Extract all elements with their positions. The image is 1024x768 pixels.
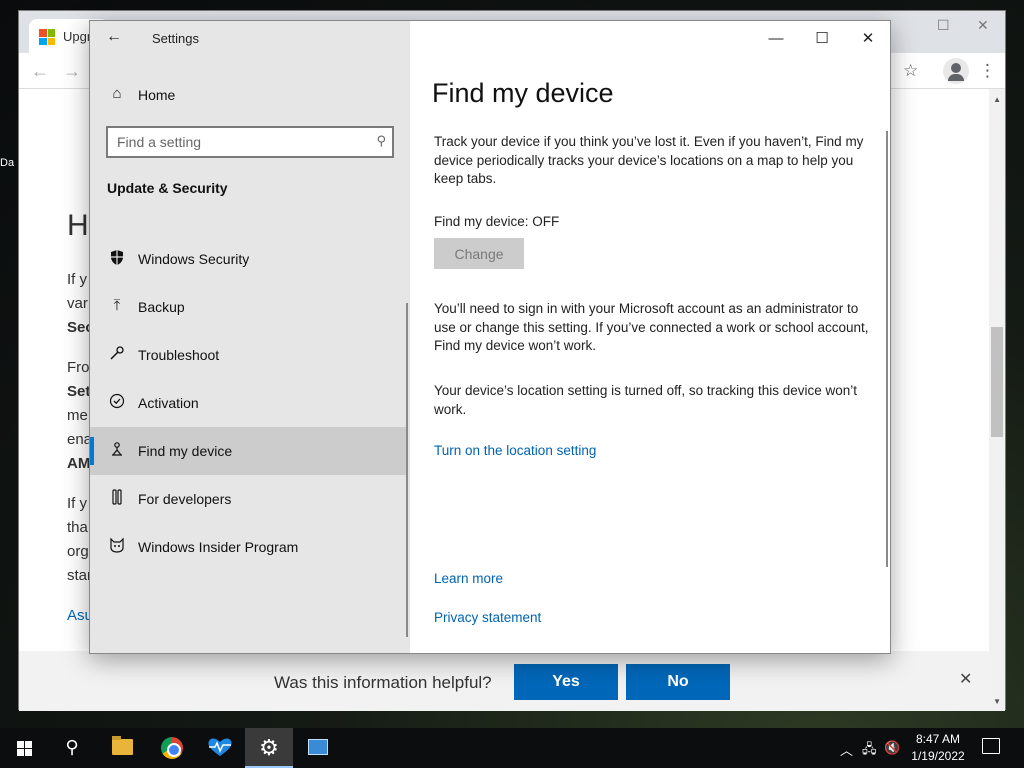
taskbar-settings[interactable]: ⚙ [245,728,293,768]
minimize-icon[interactable]: — [766,29,786,49]
settings-sidebar: ← Settings ⌂ Home ⚲ Update & Security Wi… [90,21,410,653]
nav-item-for-developers[interactable]: For developers [90,475,408,523]
browser-close-icon[interactable]: ✕ [977,17,989,34]
location-note-text: Your device’s location setting is turned… [434,383,857,417]
bg-text-line: me [67,407,88,424]
nav-item-label: Backup [138,299,185,315]
nav-item-label: Windows Security [138,251,250,267]
nav-item-label: Find my device [138,443,233,459]
search-icon: ⚲ [65,737,79,757]
browser-forward-icon[interactable]: → [63,61,81,82]
location-setting-link[interactable]: Turn on the location setting [434,443,596,458]
home-icon: ⌂ [112,85,122,102]
chrome-icon [161,737,183,759]
taskbar-file-explorer[interactable] [98,728,146,768]
insider-cat-icon [108,537,126,555]
notifications-icon[interactable] [982,738,1000,754]
settings-search-box[interactable]: ⚲ [106,126,394,158]
bg-text-line: tha [67,519,88,536]
feedback-close-icon[interactable]: ✕ [959,669,972,689]
microsoft-logo-icon [39,29,55,45]
browser-menu-icon[interactable]: ⋮ [979,61,996,81]
intro-text: Track your device if you think you’ve lo… [434,134,864,186]
taskbar: ⚲ ⚙ ︿ 🖧 🔇 8:47 AM 1/19/2022 [0,728,1024,768]
taskbar-chrome[interactable] [148,728,196,768]
maximize-icon[interactable]: ☐ [812,29,832,49]
bookmark-star-icon[interactable]: ☆ [903,61,918,81]
clock-date: 1/19/2022 [911,749,965,763]
taskbar-search-button[interactable]: ⚲ [48,728,96,768]
bg-text-line: AM [67,455,91,472]
nav-item-windows-insider[interactable]: Windows Insider Program [90,523,408,571]
bg-page-heading: H [67,209,89,242]
nav-item-windows-security[interactable]: Windows Security [90,235,408,283]
content-scrollbar[interactable] [886,131,888,567]
windows-logo-icon [17,741,32,756]
search-icon: ⚲ [376,133,386,148]
remote-desktop-icon [308,739,328,755]
taskbar-clock[interactable]: 8:47 AM 1/19/2022 [902,731,974,765]
volume-muted-icon[interactable]: 🔇 [884,740,900,756]
desktop-icon-label[interactable]: Da [0,157,14,169]
clock-time: 8:47 AM [915,732,961,746]
browser-back-icon[interactable]: ← [31,61,49,82]
device-status-text: Find my device: OFF [434,214,560,229]
section-heading: Update & Security [107,180,228,196]
feedback-yes-button[interactable]: Yes [514,664,618,700]
learn-more-link[interactable]: Learn more [434,571,503,586]
taskbar-health-app[interactable] [196,728,244,768]
check-circle-icon [108,393,126,411]
folder-icon [112,736,133,755]
gear-icon: ⚙ [259,735,279,760]
network-icon[interactable]: 🖧 [862,740,877,762]
browser-scroll-thumb[interactable] [991,327,1003,437]
admin-note-text: You’ll need to sign in with your Microso… [434,301,869,353]
close-icon[interactable]: ✕ [858,29,878,49]
nav-item-label: Troubleshoot [138,347,220,363]
feedback-bar: Was this information helpful? Yes No ✕ [19,651,991,711]
taskbar-remote-desktop[interactable] [294,728,342,768]
tray-chevron-up-icon[interactable]: ︿ [840,740,853,759]
scroll-down-icon[interactable]: ▼ [993,697,1001,706]
bg-text-line: Set [67,383,91,400]
settings-search-input[interactable] [108,128,358,156]
wrench-icon [108,345,126,363]
settings-content: — ☐ ✕ Find my device Track your device i… [410,21,890,653]
nav-item-label: Activation [138,395,199,411]
sidebar-scrollbar[interactable] [406,303,408,637]
feedback-question: Was this information helpful? [274,673,492,692]
bg-text-line: var [67,295,88,312]
developer-tools-icon [108,489,126,507]
change-button[interactable]: Change [434,238,524,269]
bg-text-line: Fro [67,359,90,376]
backup-icon: ⤒ [113,297,121,314]
nav-item-backup[interactable]: ⤒ Backup [90,283,408,331]
scroll-up-icon[interactable]: ▲ [993,95,1001,104]
bg-text-line: If y [67,271,88,288]
nav-item-troubleshoot[interactable]: Troubleshoot [90,331,408,379]
shield-icon [108,249,126,267]
find-device-icon [108,441,126,459]
nav-item-activation[interactable]: Activation [90,379,408,427]
browser-maximize-icon[interactable]: ☐ [937,17,950,34]
settings-window: ← Settings ⌂ Home ⚲ Update & Security Wi… [89,20,891,654]
nav-home-label: Home [138,87,176,103]
nav-item-find-my-device[interactable]: Find my device [90,427,408,475]
nav-item-label: For developers [138,491,232,507]
bg-text-line: org [67,543,89,560]
app-title: Settings [152,31,199,46]
heart-pulse-icon [208,738,232,756]
privacy-statement-link[interactable]: Privacy statement [434,610,541,625]
start-button[interactable] [0,728,48,768]
back-arrow-icon[interactable]: ← [106,28,122,46]
bg-text-line: If y [67,495,88,512]
page-title: Find my device [432,78,614,108]
profile-avatar-icon[interactable] [943,58,969,84]
feedback-no-button[interactable]: No [626,664,730,700]
nav-item-label: Windows Insider Program [138,539,299,555]
nav-home[interactable]: ⌂ Home [90,77,410,113]
